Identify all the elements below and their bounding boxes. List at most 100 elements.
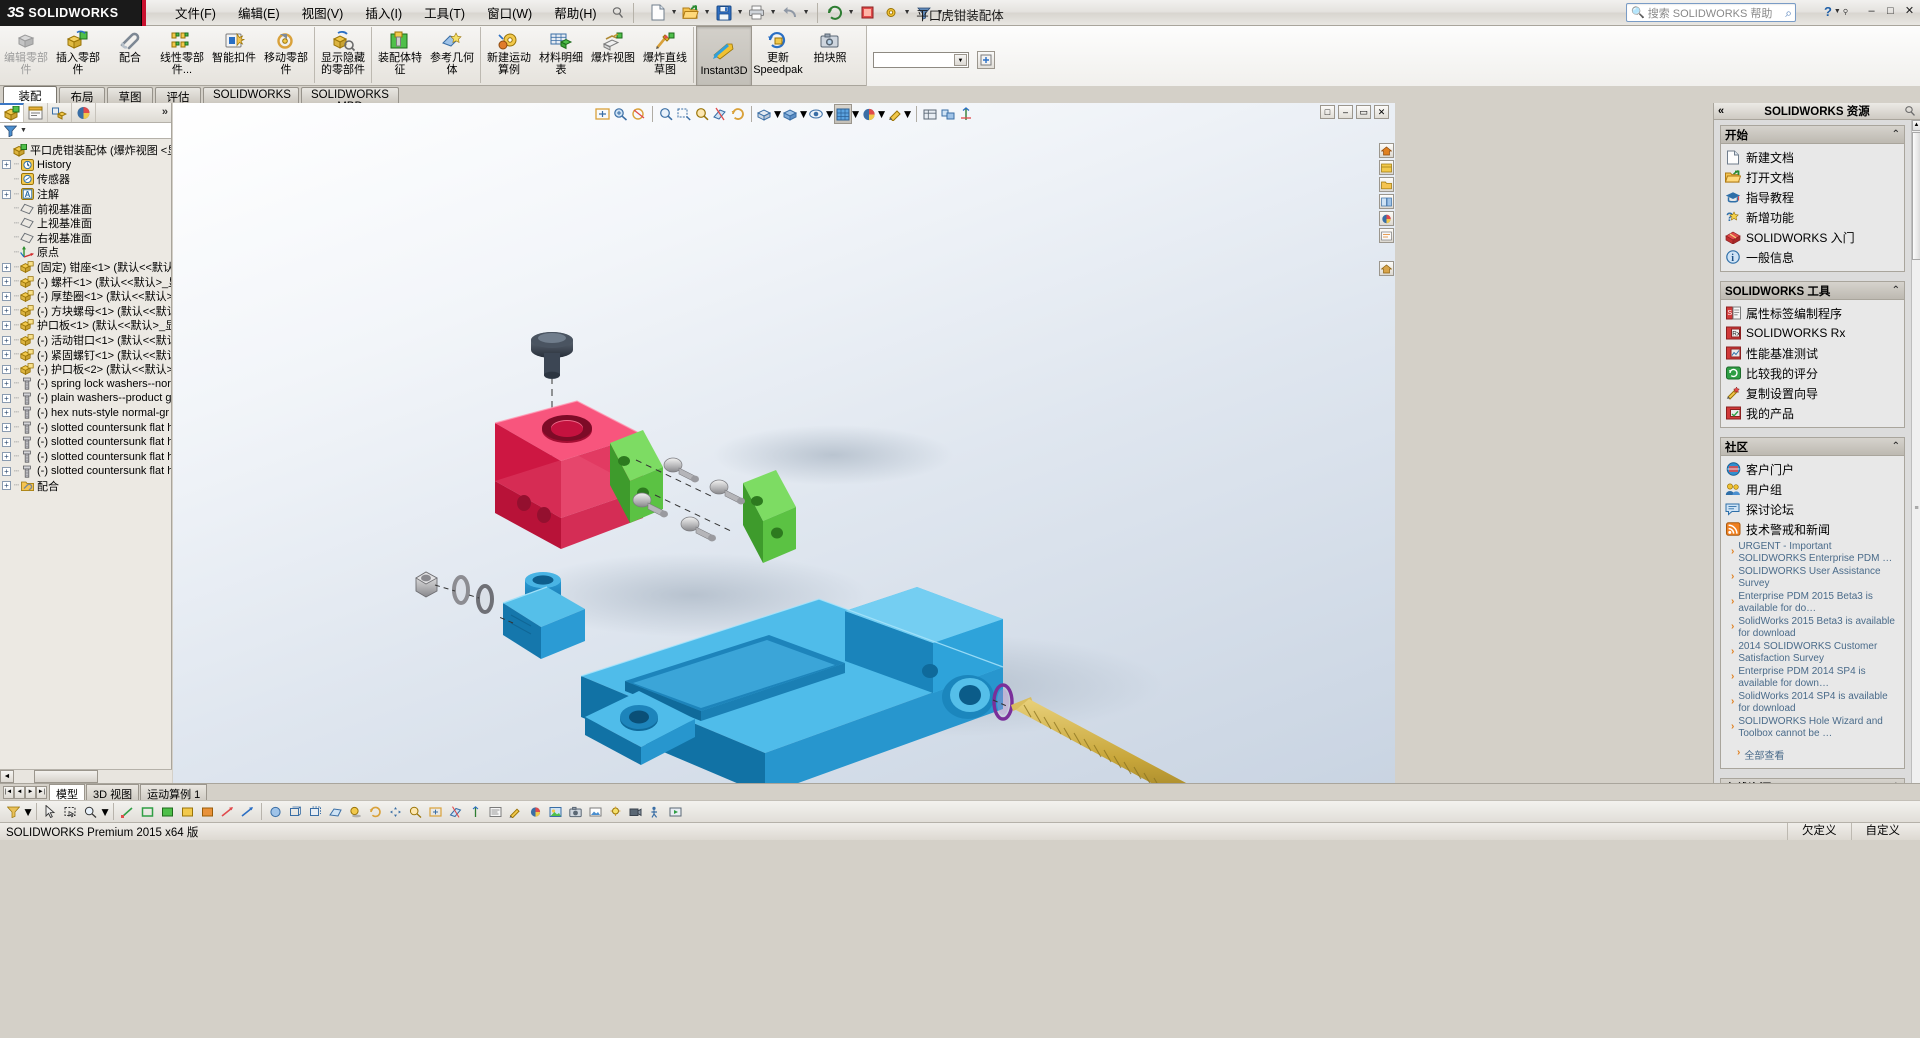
ribbon-combo-field[interactable]: ▼ xyxy=(873,52,969,68)
yellow-box-icon[interactable] xyxy=(178,802,197,822)
close-button[interactable]: ✕ xyxy=(1903,4,1916,17)
red-arrow-icon[interactable] xyxy=(218,802,237,822)
cmd-take-snapshot[interactable]: 拍块照 xyxy=(804,26,856,86)
tree-item[interactable]: ┄ 上视基准面 xyxy=(0,216,171,231)
select-icon[interactable] xyxy=(41,802,60,822)
tree-expand-icon[interactable]: + xyxy=(2,306,11,316)
new-document-icon[interactable] xyxy=(647,2,669,24)
maximize-window-button[interactable]: ▭ xyxy=(1356,105,1371,119)
shaded-box-icon[interactable] xyxy=(158,802,177,822)
menu-tools[interactable]: 工具(T) xyxy=(413,0,476,25)
cmd-insert-component[interactable]: 插入零部件 xyxy=(52,26,104,86)
tree-horizontal-scrollbar[interactable]: ◄ xyxy=(0,769,172,783)
tree-item[interactable]: + ┄ (-) 方块螺母<1> (默认<<默认 xyxy=(0,304,171,319)
tree-item[interactable]: + ┄ (-) spring lock washers--nor xyxy=(0,377,171,392)
tree-item[interactable]: + ┄ 护口板<1> (默认<<默认>_显 xyxy=(0,318,171,333)
tree-expand-icon[interactable]: + xyxy=(2,466,11,476)
cmd-exploded-view[interactable]: 爆炸视图 xyxy=(587,26,639,86)
rebuild-dropdown-icon[interactable]: ▼ xyxy=(847,2,856,24)
tree-item[interactable]: + ┄ (-) 护口板<2> (默认<<默认> xyxy=(0,362,171,377)
tree-item[interactable]: ┄ 右视基准面 xyxy=(0,231,171,246)
chevron-up-icon-2[interactable]: ⌃ xyxy=(1892,285,1900,296)
search-submit-icon[interactable]: ⌕ xyxy=(1785,6,1792,21)
help-question-icon[interactable]: ? xyxy=(1824,4,1832,19)
tree-expand-icon[interactable]: + xyxy=(2,320,11,330)
zoom-to-area-2-icon[interactable] xyxy=(675,104,693,124)
camera-icon[interactable] xyxy=(626,802,645,822)
rectangle-tool-icon[interactable] xyxy=(138,802,157,822)
display-manager-tab[interactable] xyxy=(72,103,96,122)
chevron-up-icon[interactable]: ⌃ xyxy=(1892,129,1900,140)
fit-icon-bottom[interactable] xyxy=(426,802,445,822)
view-settings-dropdown-icon[interactable]: ▼ xyxy=(850,104,862,124)
tree-item[interactable]: + ┄ (-) hex nuts-style normal-gr xyxy=(0,406,171,421)
news-item[interactable]: › SolidWorks 2014 SP4 is available for do… xyxy=(1731,691,1900,714)
scene-icon-bottom[interactable] xyxy=(526,802,545,822)
part-countersunk-screw-1[interactable] xyxy=(663,457,699,483)
pin-edge-icon[interactable] xyxy=(1379,261,1394,276)
tree-item[interactable]: ┄ 传感器 xyxy=(0,172,171,187)
mass-props-icon[interactable] xyxy=(486,802,505,822)
shadow-icon[interactable] xyxy=(346,802,365,822)
tree-item[interactable]: ┄ 前视基准面 xyxy=(0,201,171,216)
perspective-icon[interactable] xyxy=(326,802,345,822)
maximize-button[interactable]: □ xyxy=(1884,5,1897,17)
graphics-area[interactable]: ▼ ▼ ▼ ▼ ▼ ▼ □ – ▭ ✕ xyxy=(173,103,1395,783)
part-countersunk-screw-2[interactable] xyxy=(709,479,745,505)
menu-view[interactable]: 视图(V) xyxy=(291,0,355,25)
link-discussion-forum[interactable]: 探讨论坛 xyxy=(1725,499,1902,519)
news-item[interactable]: › SOLIDWORKS User Assistance Survey xyxy=(1731,566,1900,589)
rotate-view-icon[interactable] xyxy=(729,104,747,124)
new-document-dropdown-icon[interactable]: ▼ xyxy=(670,2,679,24)
news-item[interactable]: › Enterprise PDM 2014 SP4 is available fo… xyxy=(1731,666,1900,689)
walkthrough-icon[interactable] xyxy=(646,802,665,822)
news-item[interactable]: › 2014 SOLIDWORKS Customer Satisfaction S… xyxy=(1731,641,1900,664)
options-dropdown-icon[interactable]: ▼ xyxy=(903,2,912,24)
save-dropdown-icon[interactable]: ▼ xyxy=(736,2,745,24)
open-document-icon[interactable] xyxy=(680,2,702,24)
appearances-scenes-icon[interactable] xyxy=(1379,211,1394,226)
feature-manager-tab[interactable] xyxy=(0,103,24,122)
pin-icon[interactable]: ⚲ xyxy=(1843,8,1848,16)
close-window-button[interactable]: ✕ xyxy=(1374,105,1389,119)
next-tab-button[interactable]: ► xyxy=(25,785,36,799)
cmd-update-speedpak[interactable]: 更新Speedpak xyxy=(752,26,804,86)
help-dropdown-icon[interactable]: ▼ xyxy=(1834,8,1841,15)
tree-item[interactable]: + ┄ (-) slotted countersunk flat h xyxy=(0,449,171,464)
zoom-to-selection-icon[interactable] xyxy=(693,104,711,124)
cmd-linear-component-pattern[interactable]: 线性零部件... xyxy=(156,26,208,86)
tree-root[interactable]: 平口虎钳装配体 (爆炸视图 <显示 xyxy=(0,143,171,158)
cmd-assembly-feature[interactable]: 装配体特征 xyxy=(374,26,426,86)
view-palette-icon[interactable] xyxy=(1379,194,1394,209)
collapse-task-pane-icon[interactable]: « xyxy=(1718,105,1724,117)
part-spring-lock-washer[interactable] xyxy=(476,584,494,614)
tree-item[interactable]: + ┄ (-) 螺杆<1> (默认<<默认>_显 xyxy=(0,274,171,289)
cmd-smart-fastener[interactable]: 智能扣件 xyxy=(208,26,260,86)
line-tool-icon[interactable] xyxy=(118,802,137,822)
undo-icon[interactable] xyxy=(779,2,801,24)
link-open-document[interactable]: 打开文档 xyxy=(1725,167,1902,187)
zoom-in-out-icon[interactable] xyxy=(657,104,675,124)
tree-expand-icon[interactable]: + xyxy=(2,437,11,447)
tree-expand-icon[interactable]: + xyxy=(2,277,11,287)
tree-expand-icon[interactable]: + xyxy=(2,350,11,360)
task-pane-scrollbar[interactable]: ▲ ≡ xyxy=(1911,120,1920,783)
cmd-edit-component[interactable]: 编辑零部件 xyxy=(0,26,52,86)
apply-scene-dropdown-icon[interactable]: ▼ xyxy=(876,104,888,124)
magnify-glass-icon[interactable] xyxy=(81,802,100,822)
lights-icon[interactable] xyxy=(606,802,625,822)
tree-item[interactable]: + ┄ (-) 活动钳口<1> (默认<<默认 xyxy=(0,333,171,348)
tree-item[interactable]: ┄ 原点 xyxy=(0,245,171,260)
tree-expand-icon[interactable]: + xyxy=(2,160,11,170)
news-item[interactable]: › Enterprise PDM 2015 Beta3 is available … xyxy=(1731,591,1900,614)
link-customer-portal[interactable]: 客户门户 xyxy=(1725,459,1902,479)
tab-evaluate[interactable]: 评估 xyxy=(155,87,201,104)
tree-expand-icon[interactable]: + xyxy=(2,291,11,301)
link-property-tab-builder[interactable]: S 属性标签编制程序 xyxy=(1725,303,1902,323)
tree-item[interactable]: + ┄ (-) 厚垫圈<1> (默认<<默认> xyxy=(0,289,171,304)
news-item[interactable]: › SolidWorks 2015 Beta3 is available for … xyxy=(1731,616,1900,639)
feature-filter-bar[interactable]: ▼ xyxy=(0,123,171,139)
cmd-show-hidden-components[interactable]: 显示隐藏的零部件 xyxy=(317,26,369,86)
scroll-left-icon[interactable]: ◄ xyxy=(0,770,14,783)
box-select-icon[interactable] xyxy=(61,802,80,822)
